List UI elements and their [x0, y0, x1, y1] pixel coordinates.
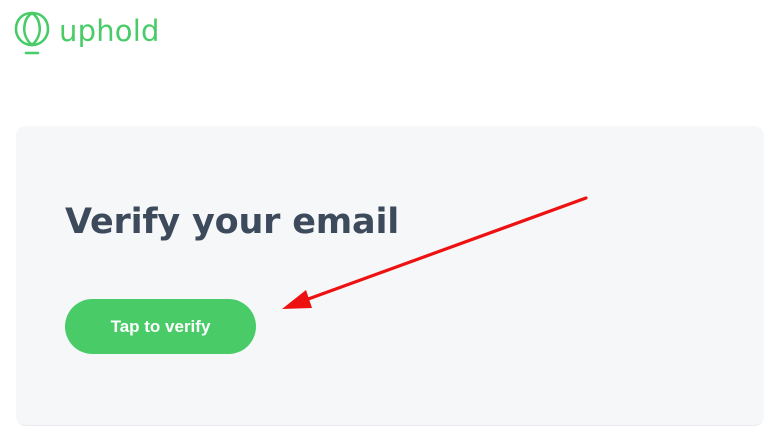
- email-page: uphold Verify your email Tap to verify: [0, 0, 780, 436]
- tap-to-verify-button[interactable]: Tap to verify: [65, 299, 256, 354]
- verify-card: Verify your email Tap to verify: [16, 126, 764, 426]
- brand-name[interactable]: uphold: [59, 16, 160, 46]
- uphold-logo-icon: [14, 11, 50, 55]
- page-title: Verify your email: [65, 202, 400, 242]
- header: uphold: [14, 8, 160, 58]
